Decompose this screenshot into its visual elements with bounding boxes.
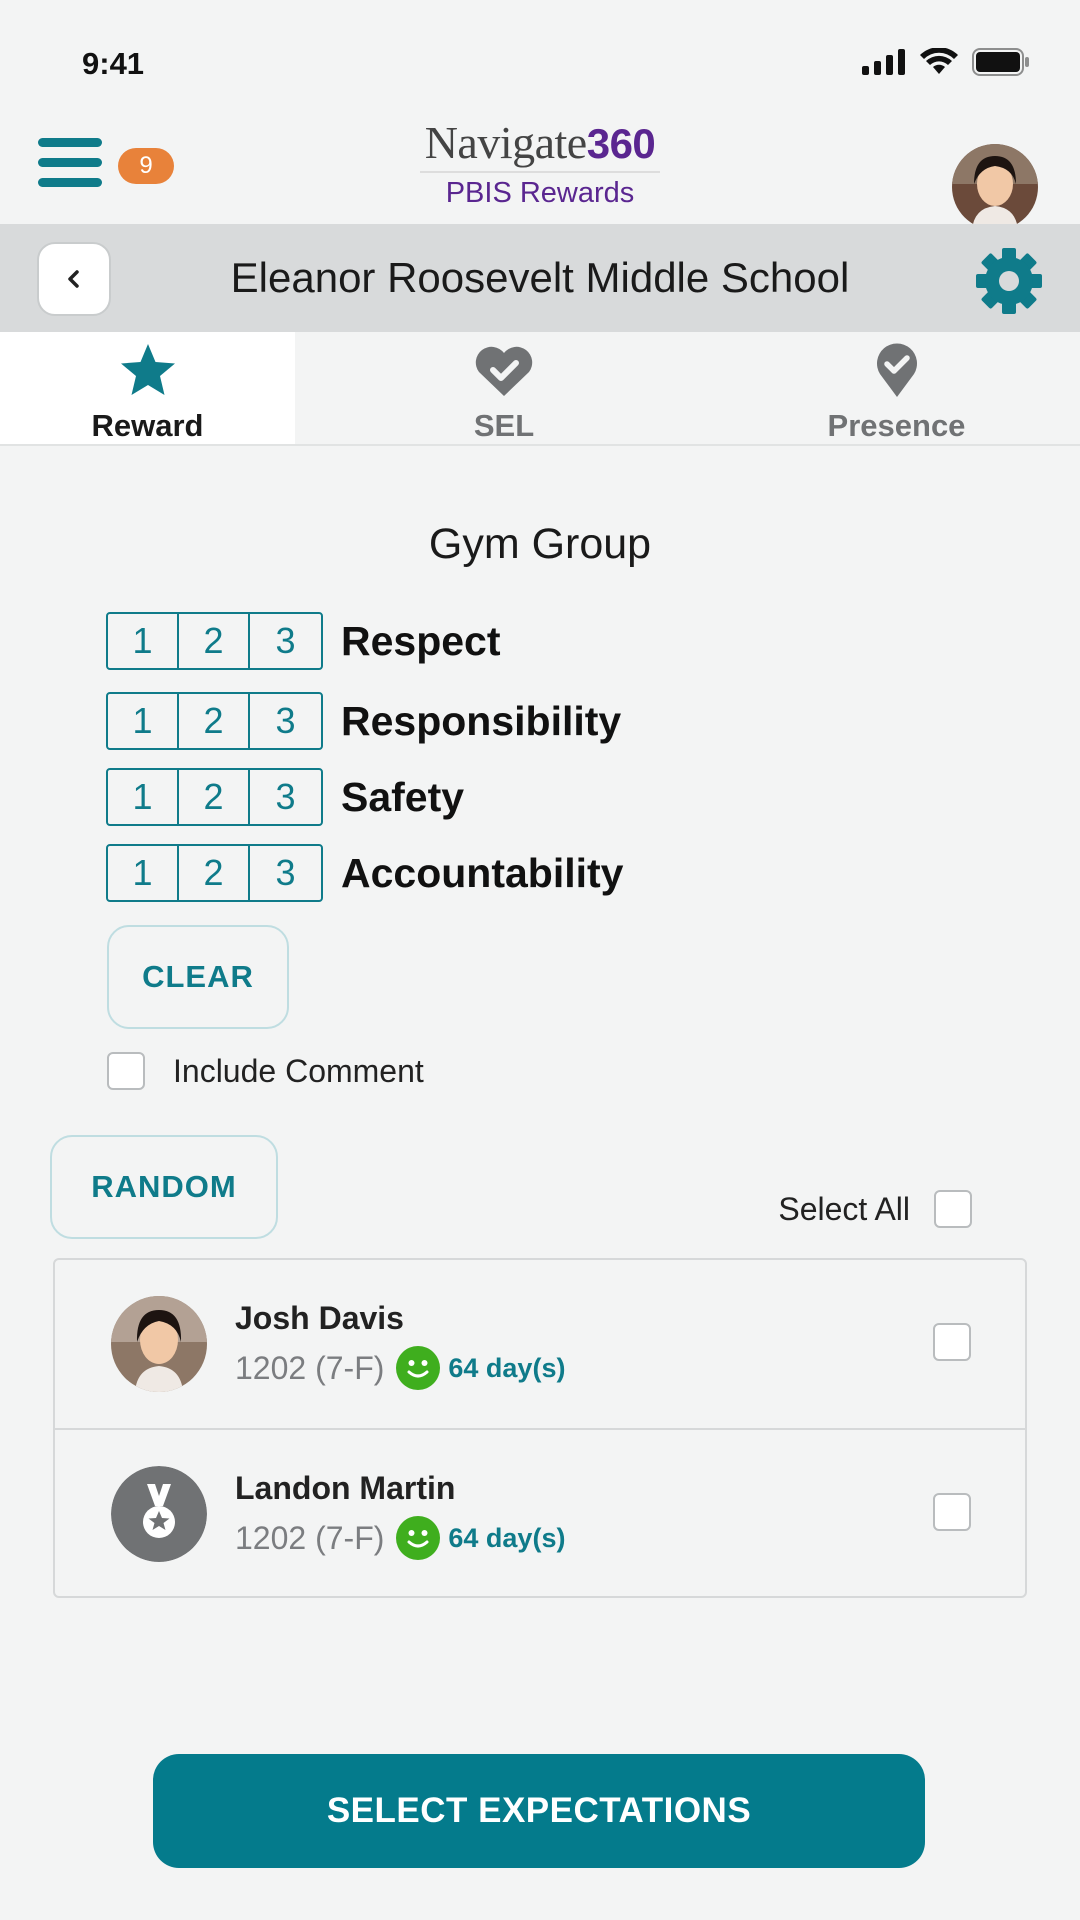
app-logo: Navigate360 PBIS Rewards <box>400 116 680 210</box>
point-2-button[interactable]: 2 <box>179 614 250 668</box>
point-1-button[interactable]: 1 <box>108 770 179 824</box>
expectation-label: Safety <box>341 773 465 820</box>
wifi-icon <box>920 48 958 74</box>
student-name: Landon Martin <box>235 1470 456 1506</box>
school-bar: Eleanor Roosevelt Middle School <box>0 224 1080 332</box>
select-expectations-button[interactable]: SELECT EXPECTATIONS <box>153 1754 925 1868</box>
clear-button[interactable]: CLEAR <box>107 925 289 1029</box>
student-meta: 1202 (7-F) 64 day(s) <box>235 1516 565 1560</box>
logo-divider <box>420 171 660 173</box>
point-3-button[interactable]: 3 <box>250 694 321 748</box>
streak-days: 64 day(s) <box>448 1522 566 1553</box>
point-1-button[interactable]: 1 <box>108 614 179 668</box>
notification-badge[interactable]: 9 <box>118 148 174 184</box>
status-time: 9:41 <box>82 46 145 81</box>
point-3-button[interactable]: 3 <box>250 846 321 900</box>
streak-days: 64 day(s) <box>448 1352 566 1383</box>
smiley-icon <box>396 1516 441 1560</box>
status-bar: 9:41 <box>0 0 1080 110</box>
select-all-row: Select All <box>778 1190 972 1228</box>
point-3-button[interactable]: 3 <box>250 614 321 668</box>
point-selector: 1 2 3 <box>106 612 323 670</box>
expectation-label: Responsibility <box>341 697 622 744</box>
tab-sel[interactable]: SEL <box>295 332 713 444</box>
location-check-icon <box>876 343 917 397</box>
list-item[interactable]: Landon Martin 1202 (7-F) 64 day(s) <box>55 1428 1025 1596</box>
signal-icon <box>862 49 905 75</box>
student-name: Josh Davis <box>235 1300 404 1336</box>
include-comment-row: Include Comment <box>107 1052 424 1090</box>
expectation-label: Respect <box>341 617 501 664</box>
logo-subtitle: PBIS Rewards <box>445 177 635 209</box>
expectation-label: Accountability <box>341 849 624 896</box>
include-comment-checkbox[interactable] <box>107 1052 145 1090</box>
settings-button[interactable] <box>974 246 1044 316</box>
smiley-icon <box>396 1346 441 1390</box>
point-2-button[interactable]: 2 <box>179 846 250 900</box>
student-class: 1202 (7-F) <box>235 1349 385 1386</box>
expectation-row-responsibility: 1 2 3 Responsibility <box>106 692 621 750</box>
point-1-button[interactable]: 1 <box>108 846 179 900</box>
point-selector: 1 2 3 <box>106 844 323 902</box>
heart-check-icon <box>475 346 533 396</box>
status-icons <box>862 48 1030 76</box>
hamburger-icon <box>38 138 102 147</box>
chevron-left-icon <box>68 270 79 288</box>
expectation-row-safety: 1 2 3 Safety <box>106 768 464 826</box>
tab-label: Reward <box>91 408 204 443</box>
point-selector: 1 2 3 <box>106 768 323 826</box>
student-meta: 1202 (7-F) 64 day(s) <box>235 1346 565 1390</box>
point-1-button[interactable]: 1 <box>108 694 179 748</box>
student-checkbox[interactable] <box>933 1323 971 1361</box>
tab-presence[interactable]: Presence <box>713 332 1080 444</box>
battery-icon <box>972 48 1029 76</box>
school-name: Eleanor Roosevelt Middle School <box>230 254 850 301</box>
user-photo <box>952 144 1038 230</box>
expectation-row-respect: 1 2 3 Respect <box>106 612 501 670</box>
medal-icon <box>111 1466 207 1562</box>
app-header: 9 Navigate360 PBIS Rewards <box>0 110 1080 230</box>
point-3-button[interactable]: 3 <box>250 770 321 824</box>
tab-bar: Reward SEL Presence <box>0 332 1080 446</box>
menu-button[interactable] <box>38 138 104 194</box>
point-2-button[interactable]: 2 <box>179 770 250 824</box>
avatar <box>111 1296 207 1392</box>
list-item[interactable]: Josh Davis 1202 (7-F) 64 day(s) <box>55 1260 1025 1428</box>
tab-label: SEL <box>473 408 535 443</box>
student-checkbox[interactable] <box>933 1493 971 1531</box>
tab-label: Presence <box>827 408 966 443</box>
avatar <box>111 1466 207 1562</box>
back-button[interactable] <box>37 242 111 316</box>
student-list: Josh Davis 1202 (7-F) 64 day(s) Landon M… <box>53 1258 1027 1598</box>
star-icon <box>120 344 175 395</box>
user-avatar[interactable] <box>952 144 1038 230</box>
point-selector: 1 2 3 <box>106 692 323 750</box>
gear-icon <box>976 248 1042 314</box>
logo-number: 360 <box>586 120 656 167</box>
random-button[interactable]: RANDOM <box>50 1135 278 1239</box>
tab-reward[interactable]: Reward <box>0 332 295 444</box>
student-class: 1202 (7-F) <box>235 1519 385 1556</box>
logo-wordmark: Navigate <box>424 117 588 168</box>
select-all-checkbox[interactable] <box>934 1190 972 1228</box>
include-comment-label: Include Comment <box>173 1052 424 1089</box>
group-title: Gym Group <box>428 520 652 568</box>
expectation-row-accountability: 1 2 3 Accountability <box>106 844 623 902</box>
student-photo <box>111 1296 207 1392</box>
select-all-label: Select All <box>778 1190 910 1227</box>
point-2-button[interactable]: 2 <box>179 694 250 748</box>
